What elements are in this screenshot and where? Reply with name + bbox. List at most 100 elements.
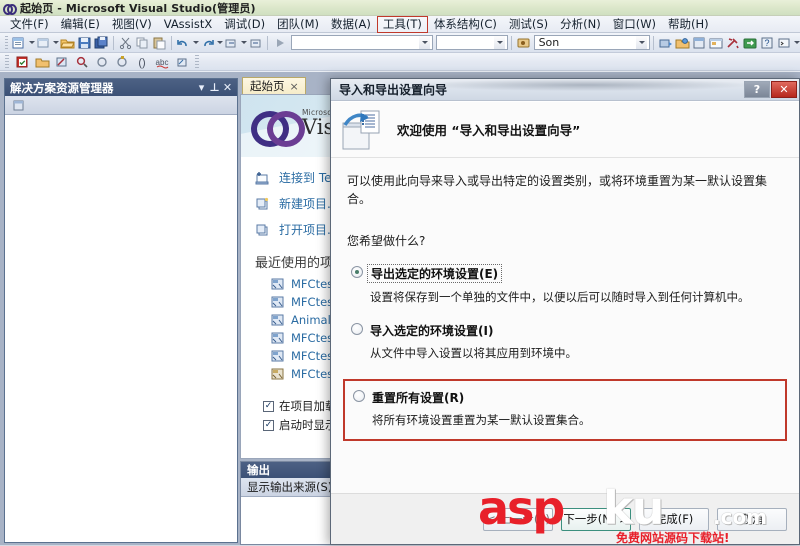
tab-start-page[interactable]: 起始页 × bbox=[242, 77, 306, 94]
navigate-back-dropdown-icon[interactable] bbox=[241, 41, 248, 44]
vassist-find-symbol-icon[interactable] bbox=[73, 53, 91, 70]
vassist-open-icon[interactable] bbox=[33, 53, 51, 70]
redo-icon[interactable] bbox=[200, 34, 215, 51]
toolbox-icon[interactable] bbox=[709, 34, 724, 51]
menu-item-edit[interactable]: 编辑(E) bbox=[55, 16, 106, 33]
open-file-icon[interactable] bbox=[60, 34, 76, 51]
toolbar-grip[interactable] bbox=[5, 35, 9, 50]
add-item-icon[interactable] bbox=[36, 34, 51, 51]
help-icon[interactable]: ? bbox=[760, 34, 775, 51]
toolbar-separator bbox=[267, 35, 269, 50]
cut-icon[interactable] bbox=[118, 34, 133, 51]
option-export-settings-description: 设置将保存到一个单独的文件中，以便以后可以随时导入到任何计算机中。 bbox=[370, 290, 750, 304]
menu-item-debug[interactable]: 调试(D) bbox=[218, 16, 271, 33]
object-browser-icon[interactable] bbox=[675, 34, 690, 51]
back-button[interactable]: < 上一步(P) bbox=[483, 507, 553, 531]
navigate-back-icon[interactable] bbox=[224, 34, 239, 51]
option-reset-settings-label: 重置所有设置(R) bbox=[372, 390, 465, 405]
menu-item-analyze[interactable]: 分析(N) bbox=[554, 16, 607, 33]
start-debug-icon[interactable] bbox=[272, 34, 287, 51]
output-panel-title: 输出 bbox=[247, 463, 270, 477]
import-export-settings-icon bbox=[341, 109, 385, 151]
chevron-down-icon[interactable] bbox=[636, 36, 648, 49]
quick-find-value: Son bbox=[538, 36, 560, 49]
new-project-dropdown-icon[interactable] bbox=[29, 41, 36, 44]
solution-explorer-tree[interactable] bbox=[5, 115, 237, 542]
menu-item-vassistx[interactable]: VAssistX bbox=[158, 16, 219, 33]
option-reset-settings-description: 将所有环境设置重置为某一默认设置集合。 bbox=[372, 412, 591, 427]
close-button[interactable]: ✕ bbox=[771, 81, 797, 98]
undo-icon[interactable] bbox=[176, 34, 191, 51]
vassist-surround-icon[interactable] bbox=[113, 53, 131, 70]
new-project-icon bbox=[255, 197, 271, 211]
titlebar-glow bbox=[421, 79, 751, 91]
wizard-header-title: 欢迎使用 “导入和导出设置向导” bbox=[397, 123, 581, 138]
close-icon[interactable]: × bbox=[290, 80, 299, 93]
list-item-label[interactable]: Animal bbox=[291, 313, 331, 327]
paste-icon[interactable] bbox=[152, 34, 167, 51]
add-item-dropdown-icon[interactable] bbox=[53, 41, 60, 44]
menu-item-data[interactable]: 数据(A) bbox=[325, 16, 377, 33]
menu-item-view[interactable]: 视图(V) bbox=[106, 16, 158, 33]
find-scope-icon[interactable] bbox=[516, 34, 531, 51]
quick-find-combo[interactable]: Son bbox=[533, 35, 651, 50]
solution-platform-combo[interactable] bbox=[435, 35, 508, 50]
option-import-settings[interactable]: 导入选定的环境设置(I) 从文件中导入设置以将其应用到环境中。 bbox=[351, 322, 799, 362]
svg-text:abc: abc bbox=[155, 58, 168, 67]
visual-studio-icon bbox=[3, 2, 17, 15]
options-icon[interactable] bbox=[726, 34, 741, 51]
radio-export-settings[interactable] bbox=[351, 266, 363, 278]
vassist-paren-icon[interactable]: () bbox=[133, 53, 151, 70]
svg-text:?: ? bbox=[764, 38, 769, 48]
copy-icon[interactable] bbox=[135, 34, 150, 51]
vassist-find-reference-icon[interactable] bbox=[93, 53, 111, 70]
menu-item-window[interactable]: 窗口(W) bbox=[607, 16, 662, 33]
finish-button[interactable]: 完成(F) bbox=[639, 507, 709, 531]
toolbar-grip[interactable] bbox=[195, 54, 199, 69]
redo-dropdown-icon[interactable] bbox=[217, 41, 224, 44]
menu-item-architecture[interactable]: 体系结构(C) bbox=[428, 16, 503, 33]
pin-icon[interactable]: ⊥ bbox=[208, 81, 221, 94]
connect-team-icon bbox=[255, 171, 271, 185]
radio-reset-settings[interactable] bbox=[353, 389, 365, 402]
navigate-forward-icon[interactable] bbox=[248, 34, 263, 51]
command-window-icon[interactable] bbox=[777, 34, 792, 51]
project-icon bbox=[271, 278, 284, 290]
open-project-icon bbox=[255, 223, 271, 237]
wizard-title: 导入和导出设置向导 bbox=[339, 83, 448, 97]
close-icon[interactable]: ✕ bbox=[221, 81, 234, 94]
cancel-button[interactable]: 取消 bbox=[717, 507, 787, 531]
menu-item-help[interactable]: 帮助(H) bbox=[662, 16, 715, 33]
properties-window-icon[interactable] bbox=[692, 34, 707, 51]
solution-config-combo[interactable] bbox=[291, 35, 433, 50]
option-reset-settings[interactable]: 重置所有设置(R) 将所有环境设置重置为某一默认设置集合。 bbox=[343, 378, 787, 441]
properties-icon[interactable] bbox=[10, 97, 28, 114]
undo-dropdown-icon[interactable] bbox=[193, 41, 200, 44]
save-icon[interactable] bbox=[77, 34, 92, 51]
save-all-icon[interactable] bbox=[94, 34, 109, 51]
vassist-refactor-icon[interactable] bbox=[53, 53, 71, 70]
menu-item-test[interactable]: 测试(S) bbox=[503, 16, 554, 33]
solution-explorer-panel: 解决方案资源管理器 ▾ ⊥ ✕ bbox=[4, 78, 238, 543]
chevron-down-icon[interactable] bbox=[418, 36, 430, 49]
new-query-icon[interactable] bbox=[658, 34, 673, 51]
new-project-icon[interactable] bbox=[12, 34, 27, 51]
radio-import-settings[interactable] bbox=[351, 323, 363, 336]
menu-item-team[interactable]: 团队(M) bbox=[271, 16, 325, 33]
vassist-tools-icon[interactable] bbox=[173, 53, 191, 70]
toolbar-separator bbox=[510, 35, 512, 50]
toolbar-grip[interactable] bbox=[5, 54, 9, 69]
option-export-settings-label: 导出选定的环境设置(E) bbox=[367, 264, 503, 283]
vassist-spell-icon[interactable]: abc bbox=[153, 53, 171, 70]
wizard-question: 您希望做什么? bbox=[347, 234, 426, 248]
chevron-down-icon[interactable]: ▾ bbox=[195, 81, 208, 94]
vassist-open-file-icon[interactable] bbox=[13, 53, 31, 70]
next-button[interactable]: 下一步(N) > bbox=[561, 507, 631, 531]
import-export-icon[interactable] bbox=[743, 34, 758, 51]
menu-item-file[interactable]: 文件(F) bbox=[4, 16, 55, 33]
menu-item-tools[interactable]: 工具(T) bbox=[376, 15, 428, 33]
chevron-down-icon[interactable] bbox=[493, 36, 505, 49]
toolbar-overflow-icon[interactable] bbox=[793, 41, 800, 44]
svg-text:(): () bbox=[138, 57, 145, 69]
option-export-settings[interactable]: 导出选定的环境设置(E) 设置将保存到一个单独的文件中，以便以后可以随时导入到任… bbox=[351, 264, 799, 306]
